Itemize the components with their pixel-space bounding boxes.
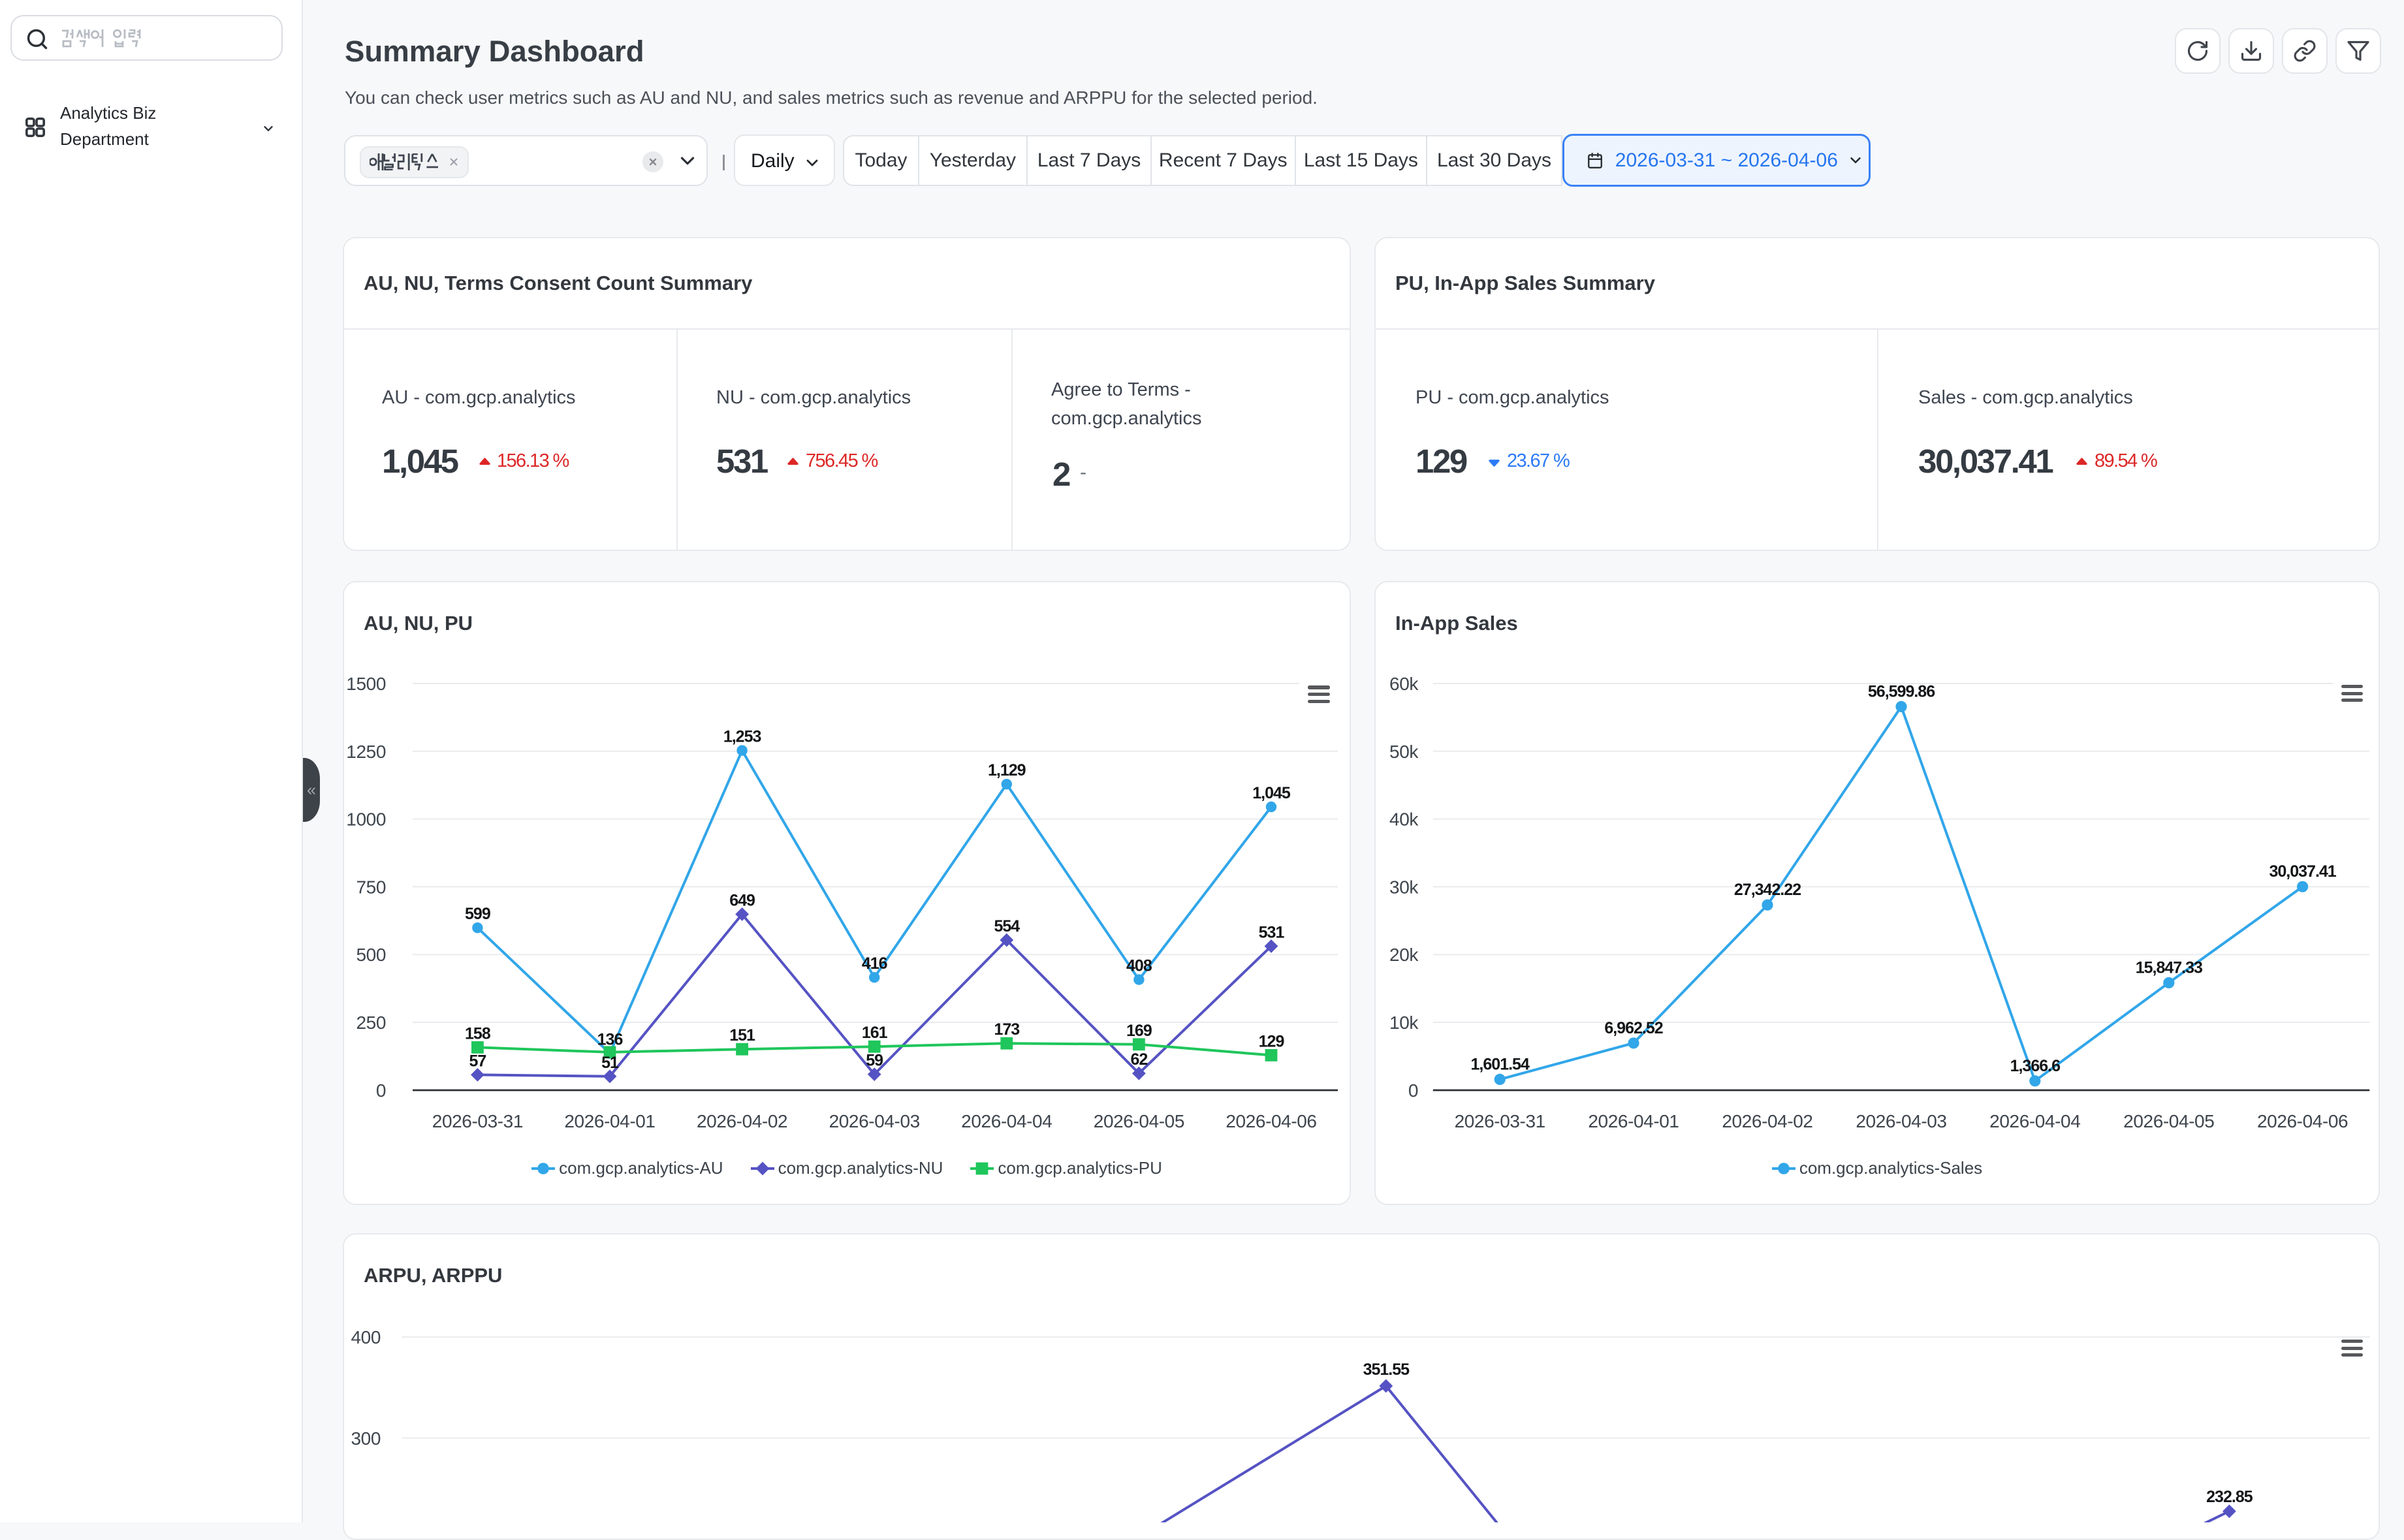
svg-text:0: 0 (376, 1080, 386, 1101)
svg-text:300: 300 (351, 1428, 381, 1449)
svg-text:0: 0 (1408, 1080, 1418, 1101)
svg-text:2026-04-04: 2026-04-04 (961, 1111, 1052, 1131)
svg-text:6,962.52: 6,962.52 (1604, 1019, 1662, 1037)
svg-text:2026-04-05: 2026-04-05 (1094, 1111, 1184, 1131)
svg-text:232.85: 232.85 (2206, 1488, 2253, 1506)
svg-text:56,599.86: 56,599.86 (1868, 682, 1935, 700)
svg-text:1,045: 1,045 (1252, 784, 1291, 802)
svg-text:2026-04-04: 2026-04-04 (1989, 1111, 2080, 1131)
svg-text:10k: 10k (1389, 1013, 1419, 1033)
svg-text:20k: 20k (1389, 945, 1419, 965)
svg-text:158: 158 (465, 1024, 491, 1043)
svg-text:2026-04-03: 2026-04-03 (829, 1111, 920, 1131)
svg-text:750: 750 (356, 877, 386, 897)
svg-text:151: 151 (729, 1026, 755, 1045)
svg-text:1000: 1000 (346, 809, 386, 830)
svg-text:57: 57 (469, 1052, 486, 1070)
svg-text:60k: 60k (1389, 674, 1419, 694)
svg-text:62: 62 (1130, 1050, 1147, 1069)
svg-text:27,342.22: 27,342.22 (1734, 881, 1801, 899)
svg-text:416: 416 (862, 954, 887, 973)
svg-text:136: 136 (597, 1031, 623, 1049)
svg-text:2026-03-31: 2026-03-31 (432, 1111, 523, 1131)
svg-text:1,129: 1,129 (988, 761, 1026, 779)
svg-text:531: 531 (1259, 923, 1285, 941)
svg-text:1,601.54: 1,601.54 (1471, 1055, 1530, 1073)
svg-text:15,847.33: 15,847.33 (2136, 958, 2202, 977)
svg-text:1500: 1500 (346, 674, 386, 694)
svg-text:129: 129 (1259, 1032, 1284, 1050)
svg-text:2026-04-06: 2026-04-06 (2257, 1111, 2348, 1131)
svg-text:500: 500 (356, 945, 386, 965)
svg-text:50k: 50k (1389, 742, 1419, 762)
svg-text:30k: 30k (1389, 877, 1419, 897)
svg-text:400: 400 (351, 1327, 381, 1347)
svg-text:408: 408 (1126, 957, 1152, 975)
svg-text:554: 554 (994, 917, 1020, 935)
svg-text:173: 173 (994, 1020, 1019, 1039)
svg-text:2026-04-02: 2026-04-02 (697, 1111, 787, 1131)
svg-text:2026-03-31: 2026-03-31 (1455, 1111, 1545, 1131)
svg-text:2026-04-06: 2026-04-06 (1226, 1111, 1316, 1131)
svg-text:2026-04-05: 2026-04-05 (2123, 1111, 2214, 1131)
svg-text:1,253: 1,253 (723, 728, 761, 746)
svg-text:1250: 1250 (346, 742, 386, 762)
svg-text:2026-04-02: 2026-04-02 (1722, 1111, 1812, 1131)
svg-text:351.55: 351.55 (1363, 1360, 1410, 1379)
svg-text:250: 250 (356, 1013, 386, 1033)
svg-text:599: 599 (465, 905, 490, 923)
svg-text:2026-04-01: 2026-04-01 (1588, 1111, 1679, 1131)
svg-text:51: 51 (601, 1054, 619, 1072)
svg-text:649: 649 (729, 891, 755, 909)
svg-text:169: 169 (1126, 1022, 1152, 1040)
svg-text:2026-04-01: 2026-04-01 (564, 1111, 655, 1131)
svg-text:59: 59 (866, 1052, 883, 1070)
svg-text:30,037.41: 30,037.41 (2269, 862, 2336, 881)
svg-text:161: 161 (862, 1024, 888, 1042)
svg-text:2026-04-03: 2026-04-03 (1856, 1111, 1946, 1131)
svg-text:40k: 40k (1389, 809, 1419, 830)
svg-text:1,366.6: 1,366.6 (2010, 1057, 2061, 1075)
